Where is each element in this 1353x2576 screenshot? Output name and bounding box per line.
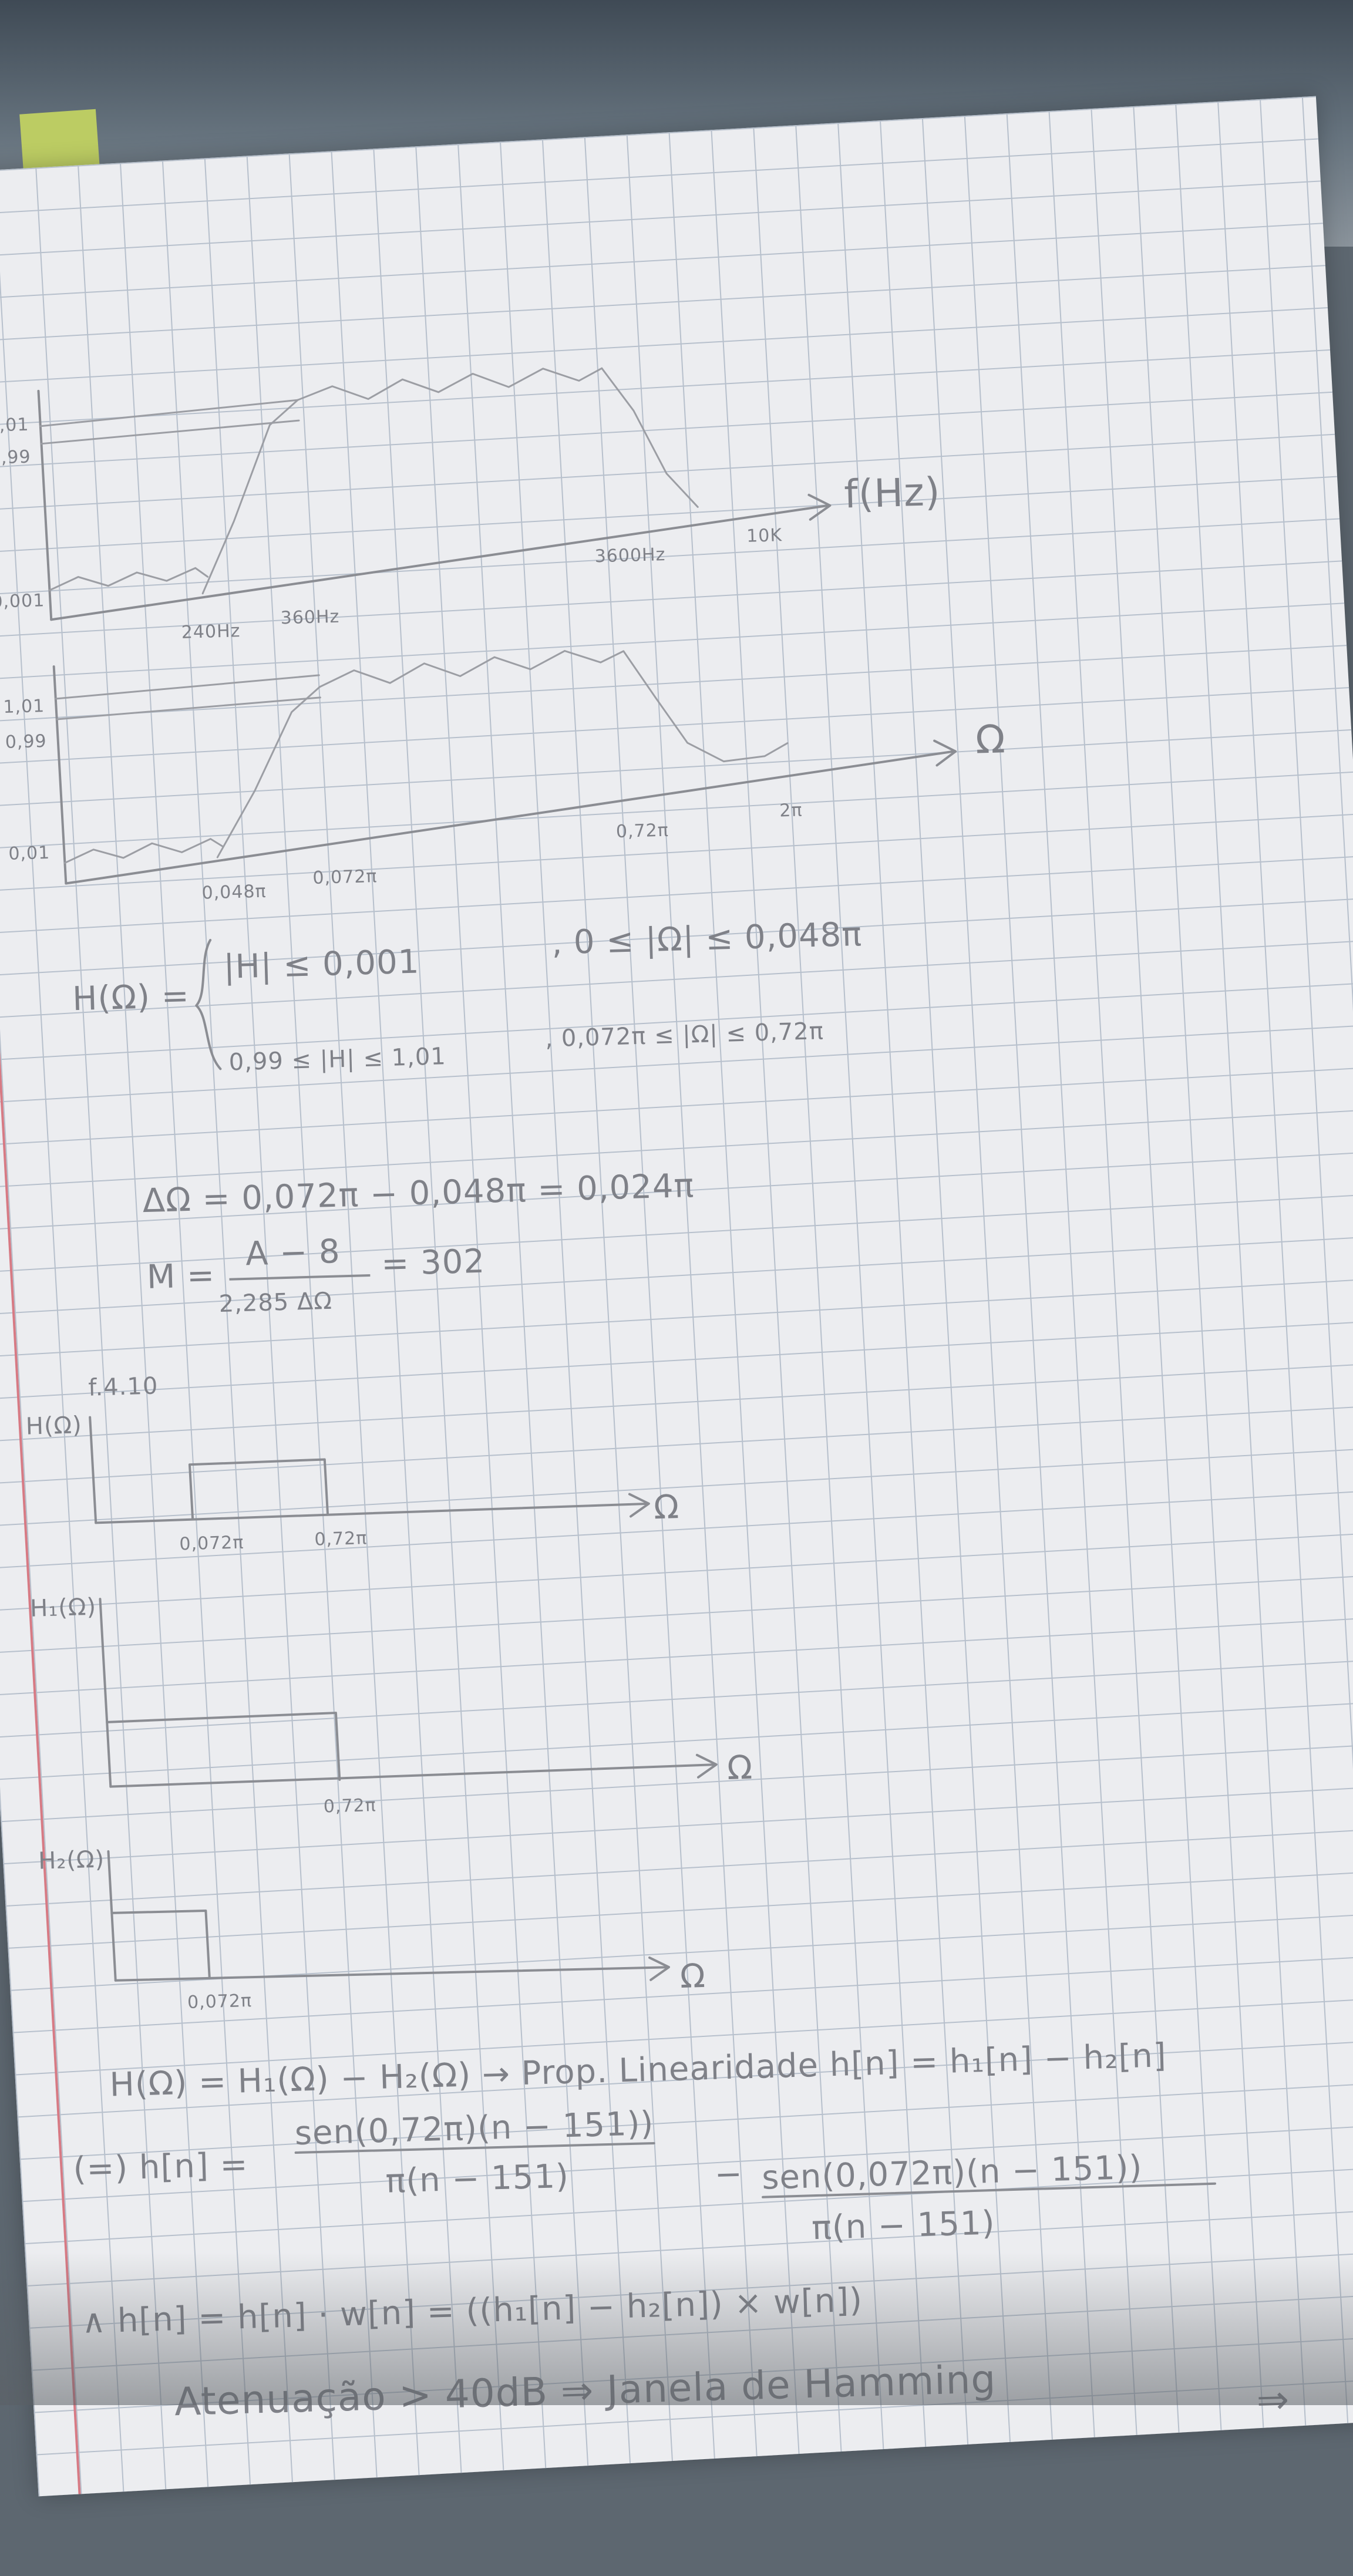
graph2-ref-mid (56, 696, 321, 720)
graph2-x-axis (65, 750, 954, 885)
graph1-ref-mid (40, 419, 300, 445)
derivation-line-2-minus: − (713, 2154, 743, 2194)
graph4-axis-label: Ω (726, 1748, 753, 1788)
graph1-xtick-1: 240Hz (181, 621, 241, 643)
graph1-stopband-ripple (48, 567, 209, 591)
graph2-ytick-low: 0,01 (8, 842, 51, 864)
graph2-ytick-top: 1,01 (2, 696, 45, 718)
graph2-ytick-mid: 0,99 (5, 730, 48, 753)
graph2-xtick-3: 0,72π (615, 820, 669, 843)
graph5-x-axis (114, 1966, 669, 1982)
graph2-drawing (52, 649, 957, 885)
spec-cond-2: 0,99 ≤ |H| ≤ 1,01 (228, 1043, 447, 1076)
graph4-y-label: H₁(Ω) (29, 1593, 97, 1622)
graph5-xtick-1: 0,072π (187, 1990, 253, 2013)
graph2-ref-high (55, 674, 320, 700)
graph3-x-axis (95, 1502, 649, 1524)
graph3-xtick-2: 0,72π (314, 1528, 368, 1550)
graph1-ytick-top: 1,01 (0, 414, 29, 436)
graph1-ref-high (39, 399, 299, 427)
graph3-xtick-1: 0,072π (179, 1532, 244, 1555)
graph2-rising-edge (216, 686, 321, 858)
graph1-ytick-mid: 0,99 (0, 446, 31, 469)
graph4-y-axis (99, 1598, 112, 1788)
spec-lhs: H(Ω) = (72, 976, 190, 1019)
derivation-line-2-den-1: π(n − 151) (385, 2157, 570, 2201)
graph3-bandpass-rect (188, 1458, 329, 1520)
graph1-falling-edge (601, 367, 699, 508)
graph5-y-label: H₂(Ω) (38, 1846, 105, 1875)
derivation-line-2-den-2: π(n − 151) (811, 2204, 996, 2248)
graph2-xtick-1: 0,048π (201, 881, 267, 904)
spec-range-1: , 0 ≤ |Ω| ≤ 0,048π (551, 915, 863, 962)
m-numerator: A − 8 (245, 1232, 341, 1274)
graph2-xtick-4: 2π (779, 800, 803, 821)
graph3-drawing (89, 1416, 650, 1524)
m-denominator: 2,285 ΔΩ (218, 1287, 333, 1318)
m-result: = 302 (381, 1242, 486, 1284)
graph1-axis-label: f(Hz) (843, 469, 941, 517)
end-arrow: ⇒ (1256, 2376, 1291, 2423)
graph4-xtick-1: 0,72π (323, 1794, 377, 1817)
graph-paper-sheet: 1,01 0,99 0,001 240Hz 360Hz 3600Hz 10K f… (0, 96, 1353, 2497)
graph3-y-label: H(Ω) (25, 1412, 83, 1440)
sketch-layer (37, 367, 1217, 2198)
graph2-passband-ripple (318, 649, 625, 688)
graph2-xtick-2: 0,072π (312, 866, 378, 889)
m-lhs: M = (146, 1256, 216, 1297)
graph4-drawing (99, 1598, 718, 1788)
spec-cond-1: |H| ≤ 0,001 (223, 942, 420, 986)
derivation-line-2-num-1: sen(0,72π)(n − 151)) (294, 2104, 655, 2153)
graph1-passband-ripple (297, 367, 603, 401)
graph3-fig-label: f.4.10 (87, 1372, 159, 1402)
graph2-falling-edge (622, 650, 789, 763)
graph1-xtick-2: 360Hz (280, 606, 340, 629)
graph3-axis-label: Ω (653, 1488, 680, 1527)
graph1-ytick-low: 0,001 (0, 590, 45, 612)
graph5-drawing (107, 1850, 670, 1982)
spec-brace (195, 938, 222, 1070)
derivation-line-2-lhs: (=) h[n] = (72, 2145, 249, 2189)
graph5-axis-label: Ω (679, 1957, 706, 1996)
graph1-drawing (37, 367, 832, 621)
graph4-x-axis (109, 1763, 716, 1788)
graph5-lowpass-rect (110, 1909, 211, 1979)
graph2-stopband-ripple (63, 837, 224, 864)
graph1-x-axis (50, 504, 829, 621)
graph3-y-axis (89, 1416, 97, 1524)
graph5-y-axis (107, 1850, 117, 1982)
graph2-axis-label: Ω (975, 716, 1007, 763)
graph1-xtick-3: 3600Hz (594, 544, 666, 567)
graph1-xtick-4: 10K (746, 525, 783, 547)
